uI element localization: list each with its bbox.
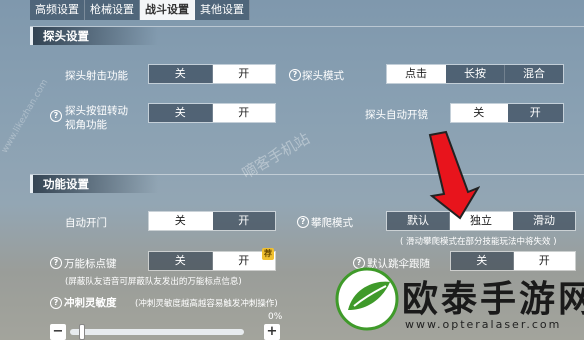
tab-weapon[interactable]: 枪械设置 (85, 0, 140, 20)
marker-key-note: (屏蔽队友语音可屏蔽队友发出的万能标点信息) (65, 277, 242, 287)
red-arrow-icon (428, 130, 480, 220)
climb-mode-label: 攀爬模式 (311, 217, 353, 229)
tab-combat[interactable]: 战斗设置 (140, 0, 195, 20)
auto-door-off-option[interactable]: 关 (149, 212, 213, 230)
peek-mode-label: 探头模式 (302, 70, 344, 82)
help-icon[interactable]: ? (50, 110, 62, 122)
peek-scope-toggle: 关 开 (450, 103, 564, 123)
marker-key-label: 万能标点键 (64, 258, 117, 270)
peek-fire-on-option[interactable]: 开 (212, 65, 275, 83)
auto-door-label: 自动开门 (65, 217, 107, 229)
climb-mode-note: ( 滑动攀爬模式在部分技能玩法中将失效 ) (400, 237, 557, 247)
marker-key-off-option[interactable]: 关 (149, 252, 213, 270)
peek-fire-toggle: 关 开 (148, 64, 276, 84)
help-icon[interactable]: ? (50, 297, 62, 309)
help-icon[interactable]: ? (297, 216, 309, 228)
peek-view-on-option[interactable]: 开 (212, 104, 275, 122)
brand-name: 欧泰手游网 (402, 279, 584, 320)
peek-scope-on-option[interactable]: 开 (507, 104, 563, 122)
marker-key-toggle: 关 开 (148, 251, 276, 271)
watermark-side: www.likezhan.com (0, 77, 51, 155)
parachute-off-option[interactable]: 关 (451, 252, 514, 270)
sprint-value: 0% (268, 312, 283, 322)
auto-door-toggle: 关 开 (148, 211, 276, 231)
parachute-toggle: 关 开 (450, 251, 576, 271)
peek-scope-label: 探头自动开镜 (365, 109, 428, 121)
sprint-slider[interactable] (70, 329, 244, 335)
auto-door-on-option[interactable]: 开 (212, 212, 275, 230)
recommend-badge: 荐 (262, 248, 274, 260)
tab-other[interactable]: 其他设置 (195, 0, 250, 20)
peek-fire-off-option[interactable]: 关 (149, 65, 213, 83)
peek-view-label-line2: 视角功能 (65, 119, 107, 131)
section-title-function: 功能设置 (30, 175, 158, 193)
peek-mode-selector: 点击 长按 混合 (386, 64, 564, 84)
sprint-label: 冲刺灵敏度 (64, 297, 117, 309)
peek-view-toggle: 关 开 (148, 103, 276, 123)
sprint-plus-button[interactable]: + (264, 324, 280, 340)
brand-logo-icon (335, 267, 399, 331)
peek-mode-tap-option[interactable]: 点击 (387, 65, 446, 83)
peek-mode-hold-option[interactable]: 长按 (446, 65, 505, 83)
climb-mode-slide-option[interactable]: 滑动 (513, 212, 575, 230)
peek-fire-label: 探头射击功能 (65, 70, 128, 82)
peek-view-off-option[interactable]: 关 (149, 104, 213, 122)
tab-frequent[interactable]: 高频设置 (30, 0, 85, 20)
peek-view-label-line1: 探头按钮转动 (65, 105, 128, 117)
parachute-on-option[interactable]: 开 (513, 252, 575, 270)
sprint-note: (冲刺灵敏度越高越容易触发冲刺操作) (135, 299, 278, 309)
tab-bar: 高频设置 枪械设置 战斗设置 其他设置 (30, 0, 250, 20)
brand-url: www.opteralaser.com (405, 318, 562, 331)
section-title-peek: 探头设置 (30, 27, 158, 45)
peek-mode-mixed-option[interactable]: 混合 (505, 65, 563, 83)
sprint-slider-handle[interactable] (78, 324, 85, 340)
help-icon[interactable]: ? (50, 257, 62, 269)
peek-scope-off-option[interactable]: 关 (451, 104, 508, 122)
sprint-minus-button[interactable]: − (50, 324, 66, 340)
help-icon[interactable]: ? (289, 69, 301, 81)
